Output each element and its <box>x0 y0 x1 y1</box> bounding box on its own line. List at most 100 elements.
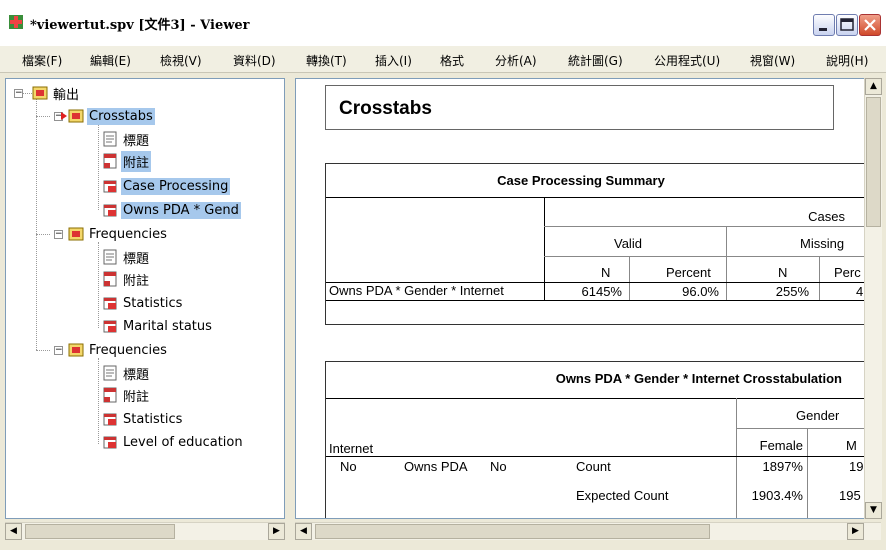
outline-crosstabs[interactable]: Crosstabs <box>68 106 155 126</box>
menu-graphs[interactable]: 統計圖(G) <box>568 52 623 69</box>
cell-expected-male: 195 <box>839 488 861 503</box>
cell-count-male: 19 <box>849 459 864 474</box>
output-folder-icon <box>68 343 84 357</box>
scroll-down-button[interactable]: ▼ <box>865 502 882 519</box>
menu-analyze[interactable]: 分析(A) <box>495 52 537 69</box>
row-stat-count: Count <box>576 459 611 474</box>
title-doc-icon <box>103 365 117 381</box>
row-owns-pda-value: No <box>490 459 507 474</box>
table-title: Owns PDA * Gender * Internet Crosstabula… <box>555 371 842 386</box>
menu-utilities[interactable]: 公用程式(U) <box>654 52 720 69</box>
output-folder-icon <box>68 227 84 241</box>
outline-item-case-processing[interactable]: Case Processing <box>102 176 231 196</box>
row-missing-n: 255% <box>775 284 809 299</box>
menu-view[interactable]: 檢視(V) <box>160 52 202 69</box>
outline-item-level-of-education[interactable]: Level of education <box>102 432 245 452</box>
outline-item-notes[interactable]: 附註 <box>102 385 151 405</box>
outline-item-owns-pda[interactable]: Owns PDA * Gend <box>102 200 241 220</box>
table-title: Case Processing Summary <box>497 173 665 188</box>
outline-horizontal-scrollbar[interactable]: ◀ ▶ <box>5 522 285 540</box>
tree-line <box>36 234 50 235</box>
tree-line <box>98 124 99 210</box>
title-doc-icon <box>103 131 117 147</box>
current-item-arrow-icon <box>61 112 67 120</box>
row-stat-expected: Expected Count <box>576 488 669 503</box>
menu-window[interactable]: 視窗(W) <box>750 52 795 69</box>
notes-icon <box>103 387 117 403</box>
menu-bar: 檔案(F) 編輯(E) 檢視(V) 資料(D) 轉換(T) 插入(I) 格式 分… <box>0 46 886 73</box>
cell-expected-female: 1903.4% <box>751 488 803 503</box>
row-owns-pda: Owns PDA <box>404 459 468 474</box>
menu-insert[interactable]: 插入(I) <box>375 52 412 69</box>
outline-pane[interactable]: − − − − 輸出 Crosstabs 標題 附註 Case Processi… <box>5 78 285 519</box>
minimize-icon <box>819 28 827 31</box>
menu-transform[interactable]: 轉換(T) <box>306 52 347 69</box>
outline-item-title[interactable]: 標題 <box>102 129 151 149</box>
title-doc-icon <box>103 249 117 265</box>
menu-edit[interactable]: 編輯(E) <box>90 52 131 69</box>
header-gender: Gender <box>796 408 840 423</box>
outline-item-title[interactable]: 標題 <box>102 247 151 267</box>
header-percent-missing: Perc <box>834 265 861 280</box>
outline-frequencies[interactable]: Frequencies <box>68 224 169 244</box>
menu-format[interactable]: 格式 <box>440 52 464 69</box>
menu-help[interactable]: 說明(H) <box>826 52 868 69</box>
collapse-toggle[interactable]: − <box>14 89 23 98</box>
outline-frequencies[interactable]: Frequencies <box>68 340 169 360</box>
header-male: M <box>846 438 857 453</box>
cell-count-female: 1897% <box>762 459 803 474</box>
case-processing-table[interactable]: Case Processing Summary Cases Valid Miss… <box>325 163 864 325</box>
window-title: *viewertut.spv [文件3] - Viewer <box>30 18 250 33</box>
outline-item-notes[interactable]: 附註 <box>102 269 151 289</box>
maximize-button[interactable] <box>836 14 858 36</box>
row-valid-percent: 96.0% <box>682 284 719 299</box>
collapse-toggle[interactable]: − <box>54 346 63 355</box>
close-button[interactable] <box>859 14 881 36</box>
pivot-table-icon <box>103 436 117 449</box>
pane-splitter[interactable] <box>285 78 295 541</box>
outline-item-statistics[interactable]: Statistics <box>102 409 184 429</box>
outline-item-marital-status[interactable]: Marital status <box>102 316 214 336</box>
outline-item-notes[interactable]: 附註 <box>102 150 152 172</box>
output-heading[interactable]: Crosstabs <box>325 85 834 130</box>
row-internet-value: No <box>340 459 357 474</box>
scroll-thumb[interactable] <box>25 524 175 539</box>
pivot-table-icon <box>103 413 117 426</box>
scroll-left-button[interactable]: ◀ <box>5 523 22 540</box>
tree-line <box>36 93 37 350</box>
notes-icon <box>103 271 117 287</box>
outline-item-statistics[interactable]: Statistics <box>102 293 184 313</box>
header-n: N <box>601 265 611 280</box>
menu-file[interactable]: 檔案(F) <box>22 52 62 69</box>
title-bar: *viewertut.spv [文件3] - Viewer <box>0 0 886 46</box>
scroll-left-button[interactable]: ◀ <box>295 523 312 540</box>
scroll-up-button[interactable]: ▲ <box>865 78 882 95</box>
pivot-table-icon <box>103 320 117 333</box>
output-folder-icon <box>68 109 84 123</box>
app-icon <box>9 15 23 29</box>
collapse-toggle[interactable]: − <box>54 230 63 239</box>
close-icon <box>864 19 876 31</box>
scroll-right-button[interactable]: ▶ <box>268 523 285 540</box>
header-female: Female <box>759 438 803 453</box>
outline-root[interactable]: 輸出 <box>32 83 81 103</box>
tree-line <box>98 242 99 328</box>
header-cases: Cases <box>808 209 845 224</box>
maximize-icon <box>840 18 854 31</box>
content-pane[interactable]: Crosstabs Case Processing Summary Cases … <box>295 78 864 519</box>
pivot-table-icon <box>103 180 117 193</box>
pivot-table-icon <box>103 297 117 310</box>
menu-data[interactable]: 資料(D) <box>233 52 276 69</box>
content-horizontal-scrollbar[interactable]: ◀ ▶ <box>295 522 881 540</box>
tree-line <box>36 350 50 351</box>
scroll-right-button[interactable]: ▶ <box>847 523 864 540</box>
minimize-button[interactable] <box>813 14 835 36</box>
crosstabulation-table[interactable]: Owns PDA * Gender * Internet Crosstabula… <box>325 361 864 518</box>
header-percent: Percent <box>666 265 711 280</box>
scroll-thumb[interactable] <box>315 524 710 539</box>
outline-item-title[interactable]: 標題 <box>102 363 151 383</box>
scroll-thumb[interactable] <box>866 97 881 227</box>
tree-line <box>98 358 99 444</box>
content-vertical-scrollbar[interactable]: ▲ ▼ <box>864 78 882 519</box>
header-valid: Valid <box>614 236 642 251</box>
